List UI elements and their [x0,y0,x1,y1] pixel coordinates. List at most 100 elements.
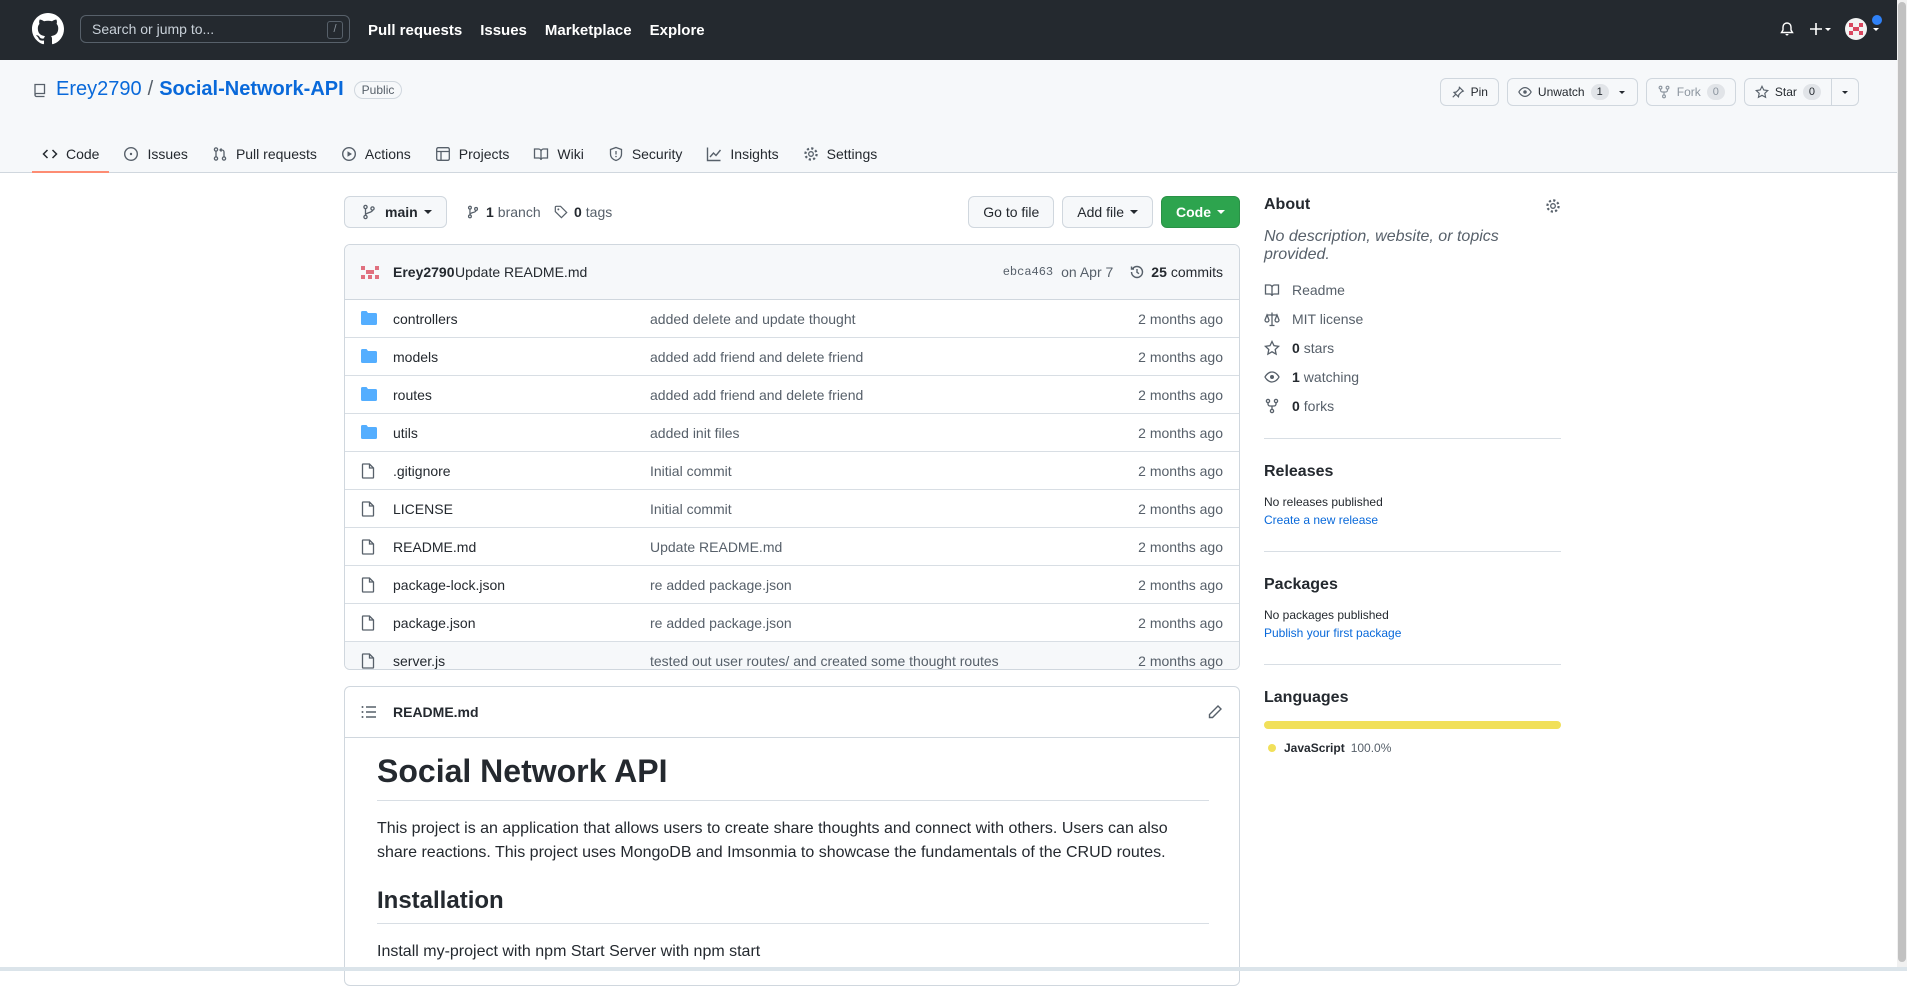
file-name[interactable]: models [393,349,438,365]
tab-pull-requests[interactable]: Pull requests [202,136,327,172]
file-commit-message[interactable]: tested out user routes/ and created some… [650,653,999,669]
file-commit-message[interactable]: re added package.json [650,615,792,631]
file-name[interactable]: server.js [393,653,445,669]
file-commit-age: 2 months ago [1138,614,1223,631]
commit-author-avatar[interactable] [359,263,381,283]
file-name[interactable]: README.md [393,539,476,555]
scrollbar-thumb[interactable] [1898,2,1906,962]
readme-subheading: Installation [377,887,1209,924]
add-file-button[interactable]: Add file [1062,196,1153,228]
nav-marketplace[interactable]: Marketplace [545,22,632,39]
file-row[interactable]: LICENSE Initial commit 2 months ago [345,489,1239,527]
releases-heading[interactable]: Releases [1264,463,1561,481]
gear-icon[interactable] [1545,198,1561,214]
history-icon [1131,265,1144,279]
tab-actions[interactable]: Actions [331,136,421,172]
file-commit-message[interactable]: Initial commit [650,463,732,479]
tab-code[interactable]: Code [32,136,110,173]
repo-owner-link[interactable]: Erey2790 [56,78,142,101]
tab-insights[interactable]: Insights [696,136,788,172]
commit-date[interactable]: on Apr 7 [1061,264,1113,280]
watching-count: 1 [1292,369,1300,385]
branch-selector[interactable]: main [344,196,447,228]
plus-icon[interactable] [1809,21,1831,37]
repo-name-link[interactable]: Social-Network-API [159,78,343,101]
branches-link[interactable]: 1 branch [466,204,541,220]
unwatch-button[interactable]: Unwatch 1 [1506,78,1638,106]
file-commit-message[interactable]: added init files [650,425,740,441]
github-logo-icon[interactable] [32,13,64,45]
stars-link[interactable]: 0 stars [1264,340,1561,356]
language-percent: 100.0% [1350,741,1392,755]
nav-issues[interactable]: Issues [480,22,527,39]
file-name[interactable]: utils [393,425,418,441]
file-row[interactable]: controllers added delete and update thoug… [345,300,1239,337]
pin-label: Pin [1470,85,1488,99]
publish-package-link[interactable]: Publish your first package [1264,626,1561,640]
tab-projects[interactable]: Projects [425,136,520,172]
language-item[interactable]: JavaScript 100.0% [1264,741,1561,755]
file-name[interactable]: .gitignore [393,463,451,479]
file-row[interactable]: server.js tested out user routes/ and cre… [345,641,1239,669]
commit-history-link[interactable]: 25 commits [1129,264,1223,280]
watchers-link[interactable]: 1 watching [1264,369,1561,385]
file-row[interactable]: models added add friend and delete friend… [345,337,1239,375]
commit-message[interactable]: Update README.md [455,264,587,280]
file-row[interactable]: README.md Update README.md 2 months ago [345,527,1239,565]
eye-icon [1264,371,1280,383]
file-name[interactable]: package-lock.json [393,577,505,593]
file-commit-message[interactable]: added delete and update thought [650,311,856,327]
horizontal-scrollbar[interactable] [0,967,1907,971]
file-commit-message[interactable]: added add friend and delete friend [650,387,863,403]
create-release-link[interactable]: Create a new release [1264,513,1561,527]
file-name[interactable]: routes [393,387,432,403]
tags-link[interactable]: 0 tags [554,204,612,220]
file-row[interactable]: routes added add friend and delete friend… [345,375,1239,413]
tab-label: Settings [826,146,878,162]
search-input[interactable]: Search or jump to... / [80,15,350,43]
packages-empty-text: No packages published [1264,608,1389,622]
nav-pull-requests[interactable]: Pull requests [368,22,462,39]
vertical-scrollbar[interactable] [1897,0,1907,971]
forks-link[interactable]: 0 forks [1264,398,1561,414]
tab-settings[interactable]: Settings [793,136,888,172]
file-name[interactable]: LICENSE [393,501,453,517]
file-row[interactable]: package.json re added package.json 2 month… [345,603,1239,641]
tab-issues[interactable]: Issues [113,136,197,172]
stars-label: stars [1303,340,1335,356]
file-icon [361,615,375,631]
file-name[interactable]: package.json [393,615,476,631]
list-unordered-icon[interactable] [361,705,377,719]
readme-link[interactable]: Readme [1264,282,1561,298]
file-row[interactable]: .gitignore Initial commit 2 months ago [345,451,1239,489]
commit-author[interactable]: Erey2790 [393,264,455,280]
file-commit-message[interactable]: added add friend and delete friend [650,349,863,365]
user-menu[interactable] [1845,13,1884,40]
pencil-icon[interactable] [1207,704,1223,720]
pin-button[interactable]: Pin [1439,78,1499,106]
file-name[interactable]: controllers [393,311,458,327]
star-list-dropdown[interactable] [1831,78,1859,106]
chevron-down-icon [1130,210,1138,214]
bell-icon[interactable] [1779,21,1795,37]
tab-label: Wiki [557,146,584,162]
license-link[interactable]: MIT license [1264,311,1561,327]
star-button[interactable]: Star 0 [1743,78,1832,106]
file-commit-age: 2 months ago [1138,538,1223,555]
nav-explore[interactable]: Explore [650,22,705,39]
commit-sha[interactable]: ebca463 [1003,265,1053,279]
packages-heading[interactable]: Packages [1264,576,1561,594]
go-to-file-button[interactable]: Go to file [968,196,1055,228]
fork-button[interactable]: Fork 0 [1645,78,1736,106]
tab-wiki[interactable]: Wiki [523,136,593,172]
commit-meta: ebca463 on Apr 7 25 commits [1003,264,1223,280]
readme-filename[interactable]: README.md [393,704,479,720]
star-icon [1264,340,1280,356]
code-button[interactable]: Code [1161,196,1240,228]
file-commit-message[interactable]: re added package.json [650,577,792,593]
file-row[interactable]: package-lock.json re added package.json 2 … [345,565,1239,603]
tab-security[interactable]: Security [598,136,693,172]
file-commit-message[interactable]: Initial commit [650,501,732,517]
file-row[interactable]: utils added init files 2 months ago [345,413,1239,451]
file-commit-message[interactable]: Update README.md [650,539,782,555]
